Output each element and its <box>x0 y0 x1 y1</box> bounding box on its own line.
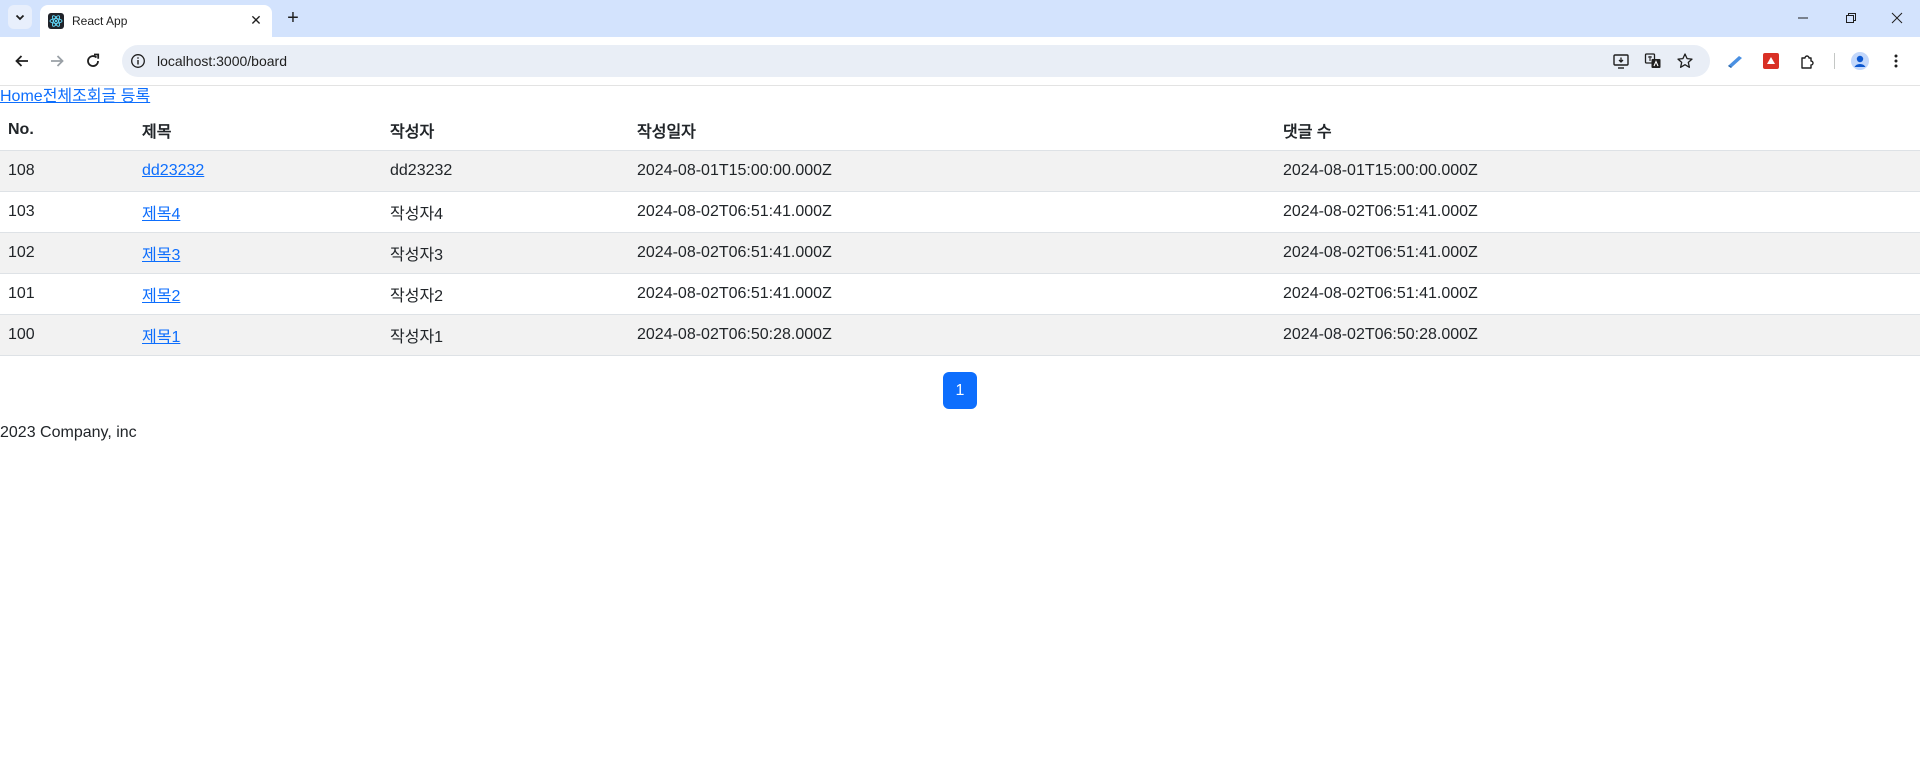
footer-text: 2023 Company, inc <box>0 424 137 441</box>
cell-date: 2024-08-02T06:51:41.000Z <box>629 232 1275 274</box>
browser-tab[interactable]: React App ✕ <box>40 5 272 37</box>
cell-no: 103 <box>0 191 134 233</box>
kebab-menu-icon <box>1894 54 1898 68</box>
close-window-button[interactable] <box>1874 0 1920 36</box>
browser-toolbar: localhost:3000/board <box>0 37 1920 86</box>
table-header-row: No. 제목 작성자 작성일자 댓글 수 <box>0 110 1920 151</box>
profile-icon <box>1851 52 1869 70</box>
restore-icon <box>1846 13 1856 23</box>
forward-button[interactable] <box>43 47 71 75</box>
back-button[interactable] <box>8 47 36 75</box>
browser-titlebar: React App ✕ + <box>0 0 1920 37</box>
cell-no: 101 <box>0 273 134 315</box>
board-table: No. 제목 작성자 작성일자 댓글 수 108 dd23232 dd23232… <box>0 110 1920 356</box>
new-tab-button[interactable]: + <box>282 7 304 29</box>
cell-no: 102 <box>0 232 134 274</box>
table-body: 108 dd23232 dd23232 2024-08-01T15:00:00.… <box>0 150 1920 356</box>
arrow-right-icon <box>51 55 64 67</box>
tab-title: React App <box>72 14 128 28</box>
extension-1-button[interactable] <box>1725 51 1745 71</box>
url-text[interactable]: localhost:3000/board <box>157 53 287 69</box>
address-bar[interactable]: localhost:3000/board <box>122 45 1710 77</box>
column-header-author: 작성자 <box>382 110 629 151</box>
install-app-icon <box>1613 54 1629 69</box>
cell-date: 2024-08-01T15:00:00.000Z <box>629 150 1275 192</box>
top-nav: Home전체조회글 등록 <box>0 86 150 108</box>
nav-link-write[interactable]: 글 등록 <box>102 88 151 105</box>
info-icon[interactable] <box>130 53 146 69</box>
table-row: 101 제목2 작성자2 2024-08-02T06:51:41.000Z 20… <box>0 273 1920 315</box>
cell-author: 작성자2 <box>382 273 629 315</box>
restore-button[interactable] <box>1828 0 1874 36</box>
page-content: Home전체조회글 등록 No. 제목 작성자 작성일자 댓글 수 108 dd… <box>0 86 1920 771</box>
cell-date: 2024-08-02T06:51:41.000Z <box>629 191 1275 233</box>
close-icon <box>1891 12 1903 24</box>
toolbar-divider <box>1834 53 1835 69</box>
cell-title: 제목3 <box>134 232 382 274</box>
post-title-link[interactable]: 제목1 <box>142 329 180 346</box>
cell-comments: 2024-08-02T06:51:41.000Z <box>1275 273 1920 315</box>
cell-comments: 2024-08-02T06:51:41.000Z <box>1275 232 1920 274</box>
cell-author: dd23232 <box>382 150 629 192</box>
cell-comments: 2024-08-01T15:00:00.000Z <box>1275 150 1920 192</box>
install-app-button[interactable] <box>1611 51 1631 71</box>
table-header: No. 제목 작성자 작성일자 댓글 수 <box>0 110 1920 151</box>
chevron-down-icon <box>15 14 25 21</box>
post-title-link[interactable]: 제목3 <box>142 247 180 264</box>
column-header-date: 작성일자 <box>629 110 1275 151</box>
cell-date: 2024-08-02T06:51:41.000Z <box>629 273 1275 315</box>
star-icon <box>1677 53 1693 68</box>
table-row: 103 제목4 작성자4 2024-08-02T06:51:41.000Z 20… <box>0 191 1920 233</box>
red-extension-icon <box>1763 53 1779 69</box>
table-row: 108 dd23232 dd23232 2024-08-01T15:00:00.… <box>0 150 1920 192</box>
reload-icon <box>87 53 100 67</box>
tab-close-icon[interactable]: ✕ <box>248 13 264 29</box>
profile-button[interactable] <box>1850 51 1870 71</box>
cell-title: 제목1 <box>134 314 382 356</box>
puzzle-icon <box>1801 55 1814 69</box>
column-header-no: No. <box>0 110 134 151</box>
nav-link-list-all[interactable]: 전체조회 <box>43 88 102 105</box>
cell-title: dd23232 <box>134 150 382 192</box>
extension-2-button[interactable] <box>1761 51 1781 71</box>
reload-button[interactable] <box>79 47 107 75</box>
column-header-comments: 댓글 수 <box>1275 110 1920 151</box>
post-title-link[interactable]: 제목4 <box>142 206 180 223</box>
post-title-link[interactable]: dd23232 <box>142 162 204 179</box>
cell-no: 100 <box>0 314 134 356</box>
arrow-left-icon <box>15 55 28 67</box>
notebook-extension-icon <box>1728 56 1742 68</box>
translate-button[interactable] <box>1643 51 1663 71</box>
page-button-1[interactable]: 1 <box>943 372 977 409</box>
cell-author: 작성자3 <box>382 232 629 274</box>
nav-link-home[interactable]: Home <box>0 88 43 105</box>
translate-icon <box>1644 53 1661 68</box>
cell-author: 작성자4 <box>382 191 629 233</box>
cell-no: 108 <box>0 150 134 192</box>
table-row: 102 제목3 작성자3 2024-08-02T06:51:41.000Z 20… <box>0 232 1920 274</box>
cell-author: 작성자1 <box>382 314 629 356</box>
minimize-button[interactable] <box>1780 0 1826 36</box>
extensions-button[interactable] <box>1797 51 1817 71</box>
cell-title: 제목4 <box>134 191 382 233</box>
tab-search-button[interactable] <box>8 5 32 29</box>
cell-comments: 2024-08-02T06:51:41.000Z <box>1275 191 1920 233</box>
browser-menu-button[interactable] <box>1886 51 1906 71</box>
cell-title: 제목2 <box>134 273 382 315</box>
minimize-icon <box>1798 17 1808 19</box>
react-icon <box>48 13 64 29</box>
cell-comments: 2024-08-02T06:50:28.000Z <box>1275 314 1920 356</box>
column-header-title: 제목 <box>134 110 382 151</box>
bookmark-button[interactable] <box>1675 51 1695 71</box>
cell-date: 2024-08-02T06:50:28.000Z <box>629 314 1275 356</box>
post-title-link[interactable]: 제목2 <box>142 288 180 305</box>
table-row: 100 제목1 작성자1 2024-08-02T06:50:28.000Z 20… <box>0 314 1920 356</box>
